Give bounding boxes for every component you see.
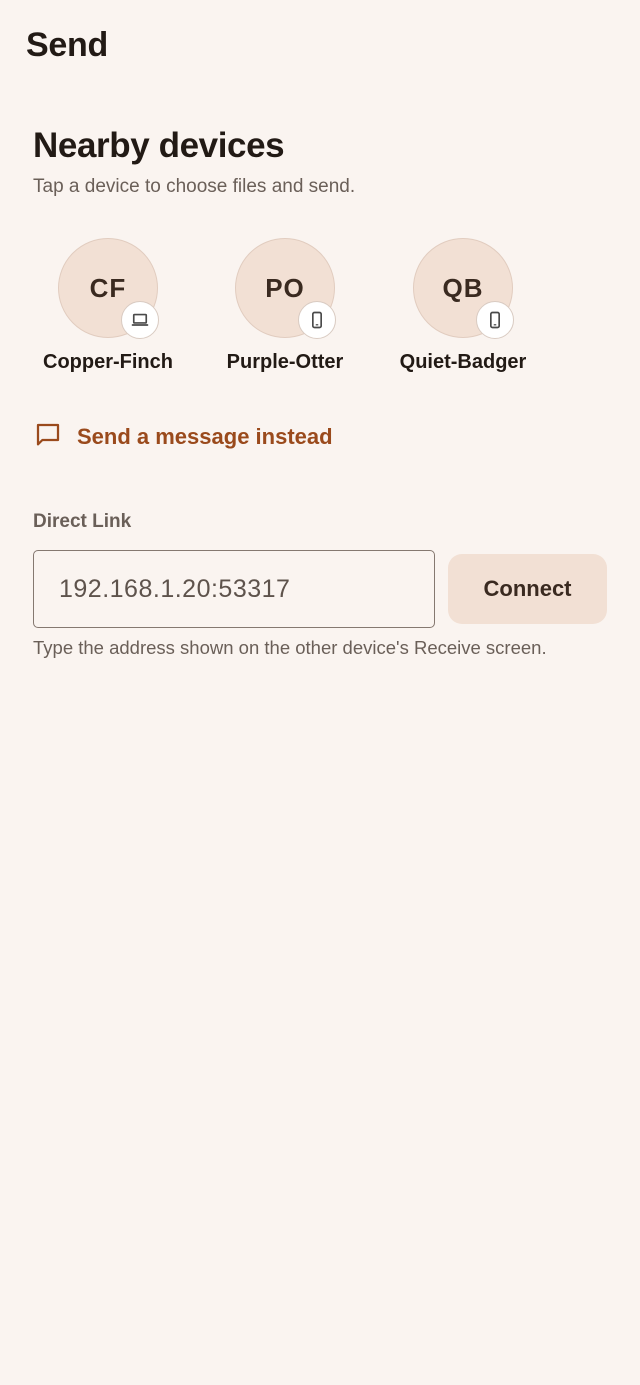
direct-link-input[interactable]: [33, 550, 435, 628]
device-name: Purple-Otter: [226, 351, 344, 373]
laptop-icon: [121, 301, 159, 339]
message-bubble-icon: [33, 420, 63, 455]
app-bar: Send: [0, 0, 640, 92]
nearby-devices-heading: Nearby devices: [33, 126, 285, 165]
device-name: Copper-Finch: [43, 351, 173, 373]
direct-link-label: Direct Link: [33, 511, 132, 532]
page-title: Send: [26, 26, 108, 64]
phone-icon: [476, 301, 514, 339]
device-copper-finch[interactable]: CF Copper-Finch: [23, 238, 193, 378]
direct-link-helper: Type the address shown on the other devi…: [33, 637, 547, 658]
connect-button[interactable]: Connect: [448, 554, 607, 624]
nearby-devices-subtitle: Tap a device to choose files and send.: [33, 176, 356, 197]
device-name: Quiet-Badger: [399, 351, 527, 373]
send-message-label: Send a message instead: [77, 424, 333, 449]
device-quiet-badger[interactable]: QB Quiet-Badger: [378, 238, 548, 378]
phone-icon: [298, 301, 336, 339]
device-purple-otter[interactable]: PO Purple-Otter: [200, 238, 370, 378]
send-message-button[interactable]: Send a message instead: [33, 420, 333, 454]
